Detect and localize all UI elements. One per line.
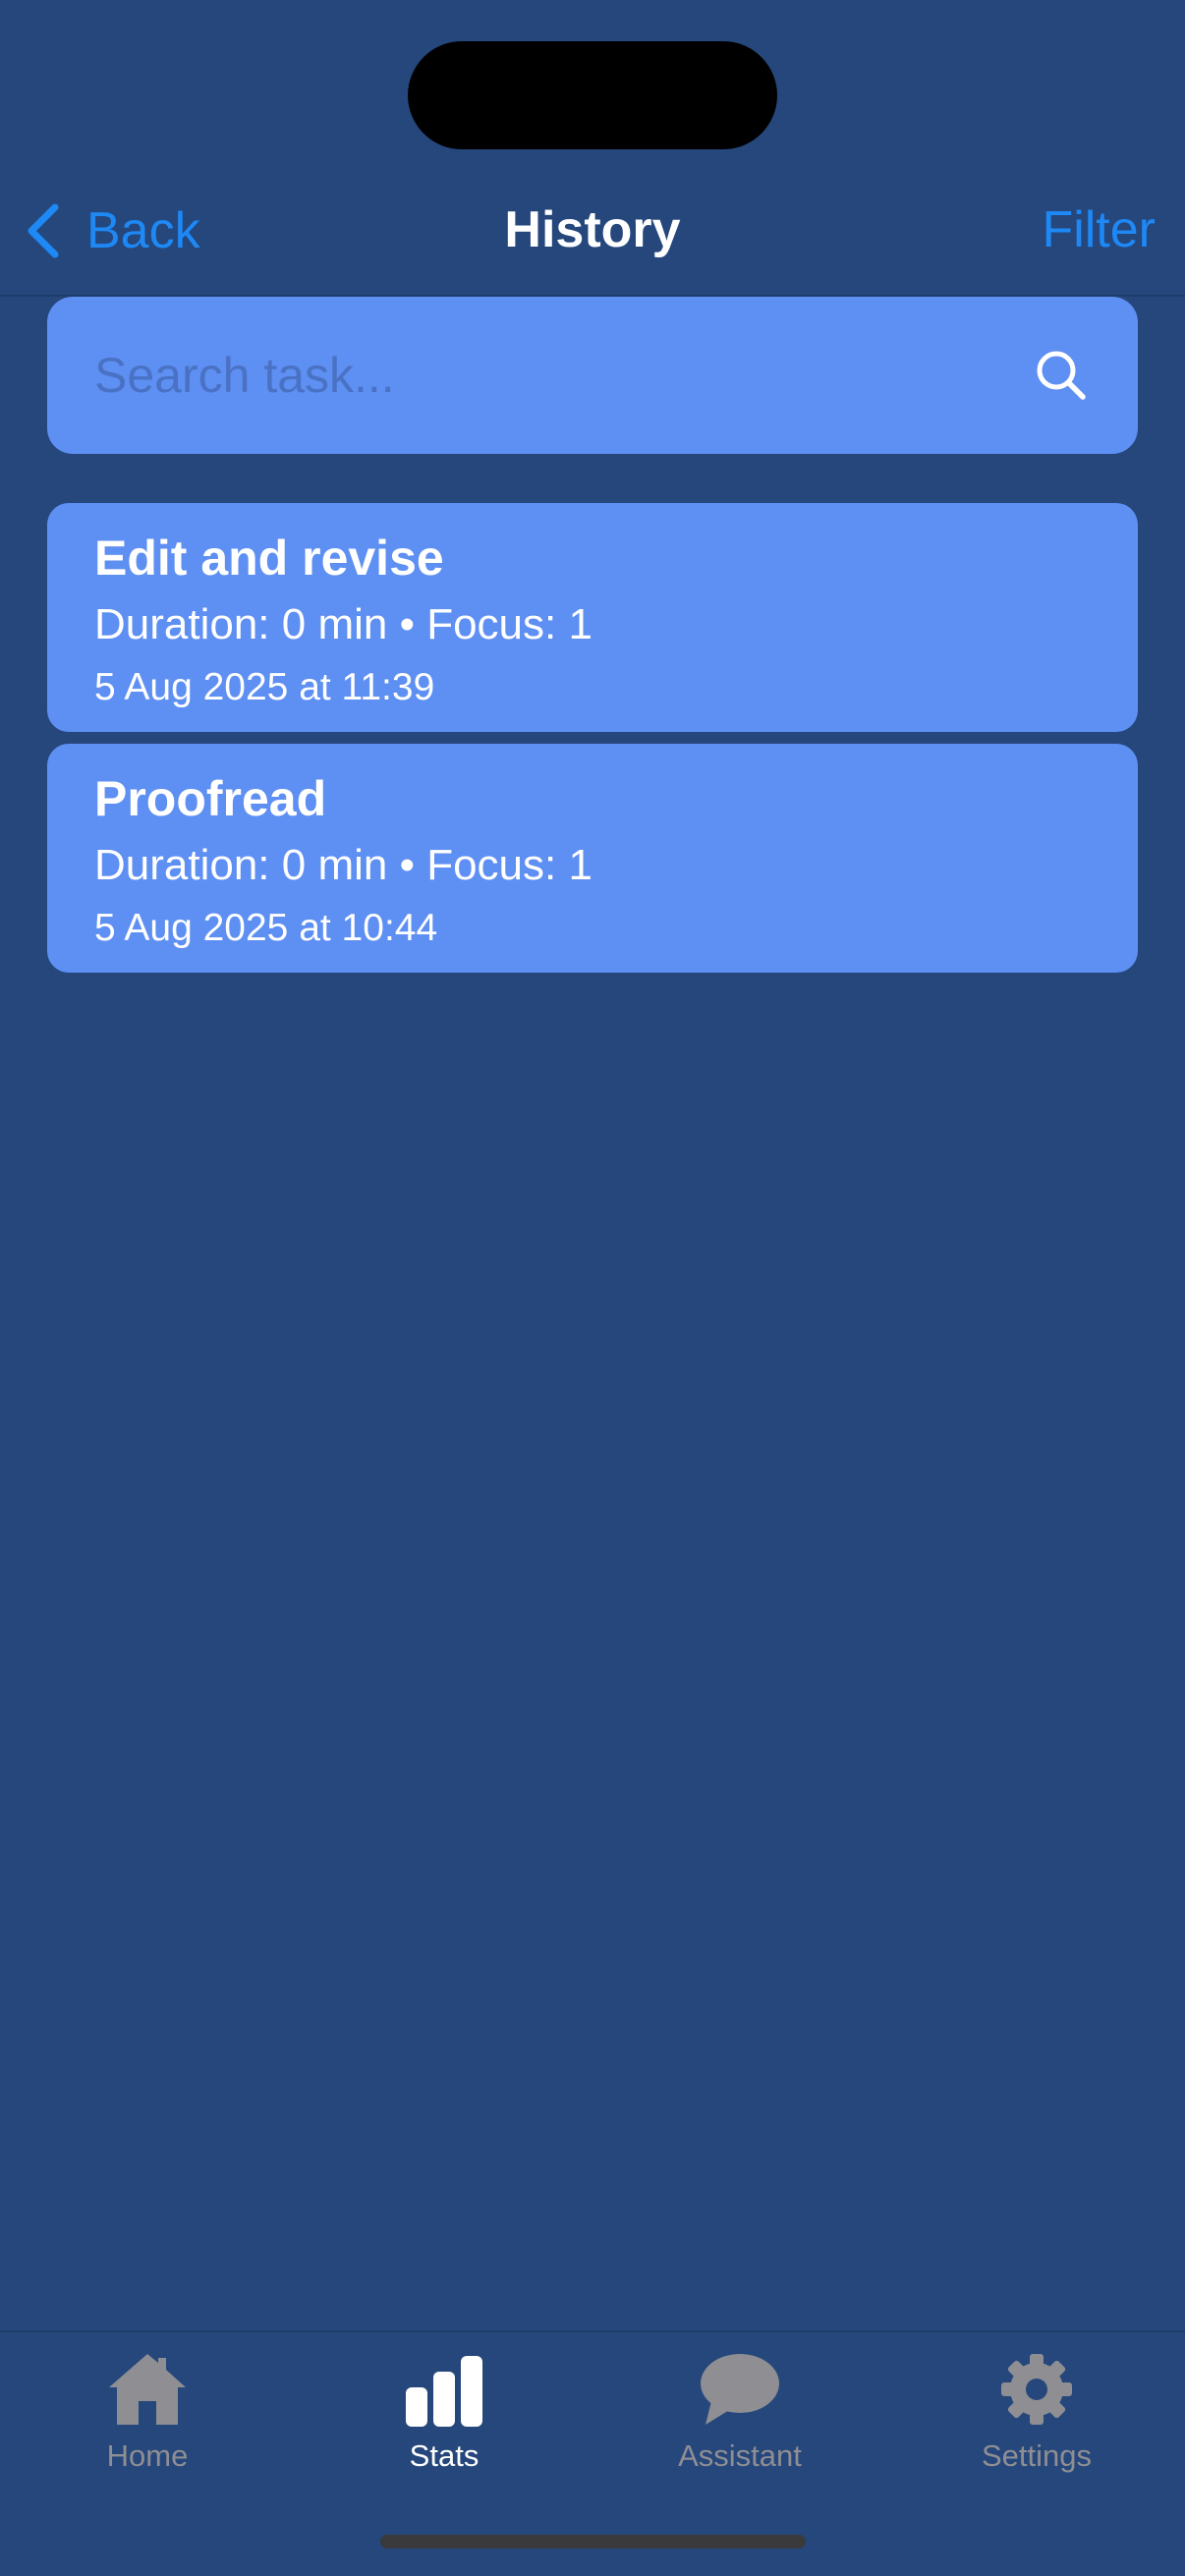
filter-button[interactable]: Filter — [1042, 200, 1156, 259]
tab-settings[interactable]: Settings — [919, 2350, 1155, 2488]
task-title: Edit and revise — [94, 531, 444, 586]
home-indicator[interactable] — [380, 2535, 806, 2548]
task-title: Proofread — [94, 771, 327, 826]
house-icon — [109, 2354, 186, 2425]
tab-label: Stats — [409, 2438, 480, 2473]
bar-chart-icon — [406, 2356, 482, 2427]
page-title: History — [504, 201, 681, 258]
tab-label: Home — [106, 2438, 189, 2473]
task-timestamp: 5 Aug 2025 at 11:39 — [94, 666, 435, 708]
gear-icon — [1001, 2354, 1072, 2425]
task-duration-focus: Duration: 0 min • Focus: 1 — [94, 841, 592, 889]
task-timestamp: 5 Aug 2025 at 10:44 — [94, 907, 438, 949]
tab-home[interactable]: Home — [29, 2350, 265, 2488]
tab-assistant[interactable]: Assistant — [622, 2350, 858, 2488]
navigation-bar: Back History Filter — [0, 167, 1185, 297]
task-duration-focus: Duration: 0 min • Focus: 1 — [94, 600, 592, 648]
tab-stats[interactable]: Stats — [326, 2350, 562, 2488]
search-bar — [47, 297, 1138, 454]
dynamic-island — [408, 41, 777, 149]
speech-bubble-icon — [701, 2354, 779, 2425]
tab-label: Settings — [981, 2438, 1092, 2473]
task-history-card[interactable]: Proofread Duration: 0 min • Focus: 1 5 A… — [47, 744, 1138, 973]
task-history-card[interactable]: Edit and revise Duration: 0 min • Focus:… — [47, 503, 1138, 732]
search-icon[interactable] — [1034, 348, 1089, 403]
search-input[interactable] — [94, 347, 1034, 404]
history-screen: Back History Filter Edit and revise Dura… — [0, 0, 1185, 2576]
tab-label: Assistant — [678, 2438, 802, 2473]
